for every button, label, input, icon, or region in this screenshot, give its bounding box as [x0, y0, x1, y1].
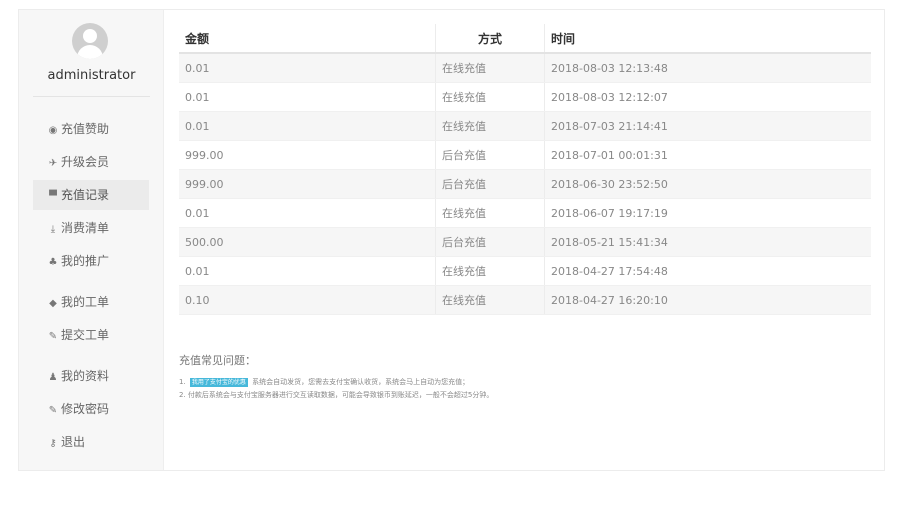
sidebar-item[interactable]: ◆ 我的工单 [33, 287, 149, 317]
cell-method: 后台充值 [435, 227, 545, 257]
sidebar-item[interactable]: ⚷ 退出 [33, 427, 149, 457]
sidebar-item-label: 我的工单 [61, 295, 110, 309]
faq-item-1: 1. 我用了支付宝的优惠 系统会自动发货，您需去支付宝确认收货，系统会马上自动为… [179, 376, 869, 389]
edit-icon: ✎ [48, 405, 58, 416]
cell-amount: 0.01 [179, 111, 436, 141]
cell-time: 2018-04-27 16:20:10 [544, 285, 871, 315]
cell-amount: 0.01 [179, 53, 436, 83]
sidebar-item[interactable]: ♟ 我的资料 [33, 361, 149, 391]
sidebar-item-label: 修改密码 [61, 402, 110, 416]
plane-icon: ✈ [48, 158, 58, 169]
faq-item-1-tag: 我用了支付宝的优惠 [189, 378, 248, 387]
recharge-faq: 充值常见问题： 1. 我用了支付宝的优惠 系统会自动发货，您需去支付宝确认收货，… [179, 352, 869, 402]
cell-amount: 500.00 [179, 227, 436, 257]
table-header-row: 金额 方式 时间 [179, 24, 871, 54]
username: administrator [47, 68, 136, 83]
cell-amount: 0.01 [179, 256, 436, 286]
cell-amount: 0.01 [179, 82, 436, 112]
recharge-table-wrapper: 金额 方式 时间 0.01 在线充值 2018-08-03 12:13:48 0.01… [179, 24, 871, 315]
cell-method: 在线充值 [435, 285, 545, 315]
sidebar-item-label: 升级会员 [61, 155, 110, 169]
sidebar-item-label: 退出 [61, 435, 86, 449]
cell-method: 在线充值 [435, 198, 545, 228]
table-row: 0.01 在线充值 2018-06-07 19:17:19 [179, 198, 871, 228]
table-row: 0.01 在线充值 2018-08-03 12:12:07 [179, 82, 871, 112]
sidebar: administrator ◉ 充值赞助 ✈ 升级会员 ▀ 充值记录 ⤓ 消费清单 ♣ 我的推广 ◆… [19, 10, 164, 470]
cell-amount: 0.10 [179, 285, 436, 315]
avatar [72, 23, 108, 59]
cell-method: 后台充值 [435, 140, 545, 170]
cell-time: 2018-06-30 23:52:50 [544, 169, 871, 199]
cell-method: 在线充值 [435, 256, 545, 286]
sidebar-item-label: 消费清单 [61, 221, 110, 235]
sidebar-item-label: 我的推广 [61, 254, 110, 268]
sidebar-item[interactable]: ◉ 充值赞助 [33, 114, 149, 144]
column-header-amount: 金额 [179, 24, 436, 54]
users-icon: ♟ [48, 372, 58, 383]
cell-time: 2018-05-21 15:41:34 [544, 227, 871, 257]
sidebar-item-label: 充值记录 [61, 188, 110, 202]
cell-time: 2018-04-27 17:54:48 [544, 256, 871, 286]
faq-title: 充值常见问题： [179, 354, 256, 367]
cell-amount: 999.00 [179, 140, 436, 170]
table-row: 0.10 在线充值 2018-04-27 16:20:10 [179, 285, 871, 315]
table-row: 999.00 后台充值 2018-07-01 00:01:31 [179, 140, 871, 170]
faq-item-1-number: 1. [179, 378, 186, 386]
sidebar-item[interactable]: ✎ 提交工单 [33, 320, 149, 350]
table-row: 0.01 在线充值 2018-04-27 17:54:48 [179, 256, 871, 286]
main-panel: administrator ◉ 充值赞助 ✈ 升级会员 ▀ 充值记录 ⤓ 消费清单 ♣ 我的推广 ◆… [18, 9, 885, 471]
sidebar-item-label: 提交工单 [61, 328, 110, 342]
cell-time: 2018-07-03 21:14:41 [544, 111, 871, 141]
table-row: 500.00 后台充值 2018-05-21 15:41:34 [179, 227, 871, 257]
cell-method: 在线充值 [435, 53, 545, 83]
sidebar-item[interactable]: ▀ 充值记录 [33, 180, 149, 210]
table-row: 0.01 在线充值 2018-08-03 12:13:48 [179, 53, 871, 83]
faq-item-1-text: 系统会自动发货，您需去支付宝确认收货，系统会马上自动为您充值； [252, 378, 470, 386]
cell-method: 在线充值 [435, 82, 545, 112]
globe-icon: ◉ [48, 125, 58, 136]
sidebar-item[interactable]: ♣ 我的推广 [33, 246, 149, 276]
column-header-method: 方式 [435, 24, 545, 54]
cell-amount: 0.01 [179, 198, 436, 228]
sidebar-item-label: 充值赞助 [61, 122, 110, 136]
table-row: 0.01 在线充值 2018-07-03 21:14:41 [179, 111, 871, 141]
cell-amount: 999.00 [179, 169, 436, 199]
sitemap-icon: ♣ [48, 257, 58, 268]
sidebar-divider [33, 96, 150, 97]
sidebar-item-label: 我的资料 [61, 369, 110, 383]
key-icon: ⚷ [49, 438, 57, 449]
faq-item-2: 2. 付款后系统会与支付宝服务器进行交互读取数据，可能会导致银币到账延迟，一般不… [179, 391, 494, 399]
cell-method: 在线充值 [435, 111, 545, 141]
download-icon: ⤓ [50, 224, 56, 235]
cell-time: 2018-07-01 00:01:31 [544, 140, 871, 170]
cell-time: 2018-08-03 12:13:48 [544, 53, 871, 83]
ticket-icon: ◆ [49, 298, 57, 309]
sidebar-item[interactable]: ✎ 修改密码 [33, 394, 149, 424]
table-row: 999.00 后台充值 2018-06-30 23:52:50 [179, 169, 871, 199]
cell-time: 2018-08-03 12:12:07 [544, 82, 871, 112]
cell-time: 2018-06-07 19:17:19 [544, 198, 871, 228]
recharge-table: 金额 方式 时间 0.01 在线充值 2018-08-03 12:13:48 0.01… [179, 24, 871, 315]
column-header-time: 时间 [544, 24, 871, 54]
cart-icon: ▀ [49, 191, 57, 202]
sidebar-item[interactable]: ⤓ 消费清单 [33, 213, 149, 243]
sidebar-item[interactable]: ✈ 升级会员 [33, 147, 149, 177]
edit-icon: ✎ [48, 331, 58, 342]
cell-method: 后台充值 [435, 169, 545, 199]
